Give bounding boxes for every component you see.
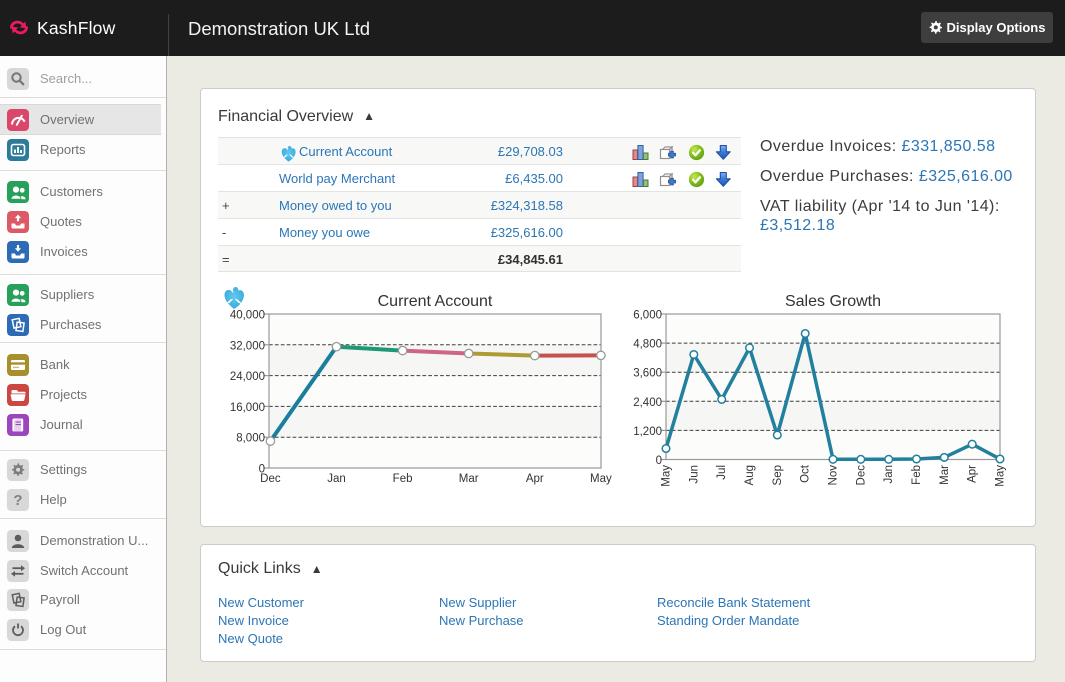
svg-text:2,400: 2,400: [633, 397, 662, 409]
svg-text:Dec: Dec: [855, 465, 867, 486]
svg-text:Jul: Jul: [716, 465, 728, 480]
svg-text:16,000: 16,000: [230, 402, 265, 414]
svg-text:Jun: Jun: [688, 465, 700, 484]
svg-text:6,000: 6,000: [633, 310, 662, 322]
svg-text:1,200: 1,200: [633, 426, 662, 438]
svg-text:3,600: 3,600: [633, 368, 662, 380]
svg-text:Apr: Apr: [526, 473, 544, 485]
svg-text:May: May: [661, 465, 673, 487]
svg-text:24,000: 24,000: [230, 371, 265, 383]
svg-text:May: May: [995, 465, 1007, 487]
svg-text:Mar: Mar: [939, 465, 951, 485]
svg-text:8,000: 8,000: [236, 433, 265, 445]
svg-text:32,000: 32,000: [230, 340, 265, 352]
svg-text:?: ?: [13, 492, 22, 509]
svg-text:Mar: Mar: [459, 473, 479, 485]
svg-text:Current Account: Current Account: [378, 293, 493, 310]
svg-text:Oct: Oct: [800, 464, 812, 483]
svg-text:Jan: Jan: [327, 473, 346, 485]
svg-text:4,800: 4,800: [633, 339, 662, 351]
svg-text:Nov: Nov: [828, 465, 840, 486]
svg-text:Aug: Aug: [744, 465, 756, 485]
svg-text:40,000: 40,000: [230, 310, 265, 322]
svg-text:Feb: Feb: [911, 465, 923, 485]
svg-text:May: May: [590, 473, 612, 485]
svg-text:Dec: Dec: [260, 473, 281, 485]
svg-text:Jan: Jan: [883, 465, 895, 484]
svg-text:Feb: Feb: [393, 473, 413, 485]
svg-text:Sales Growth: Sales Growth: [785, 293, 881, 310]
svg-text:Apr: Apr: [967, 465, 979, 483]
svg-text:Sep: Sep: [772, 465, 784, 485]
